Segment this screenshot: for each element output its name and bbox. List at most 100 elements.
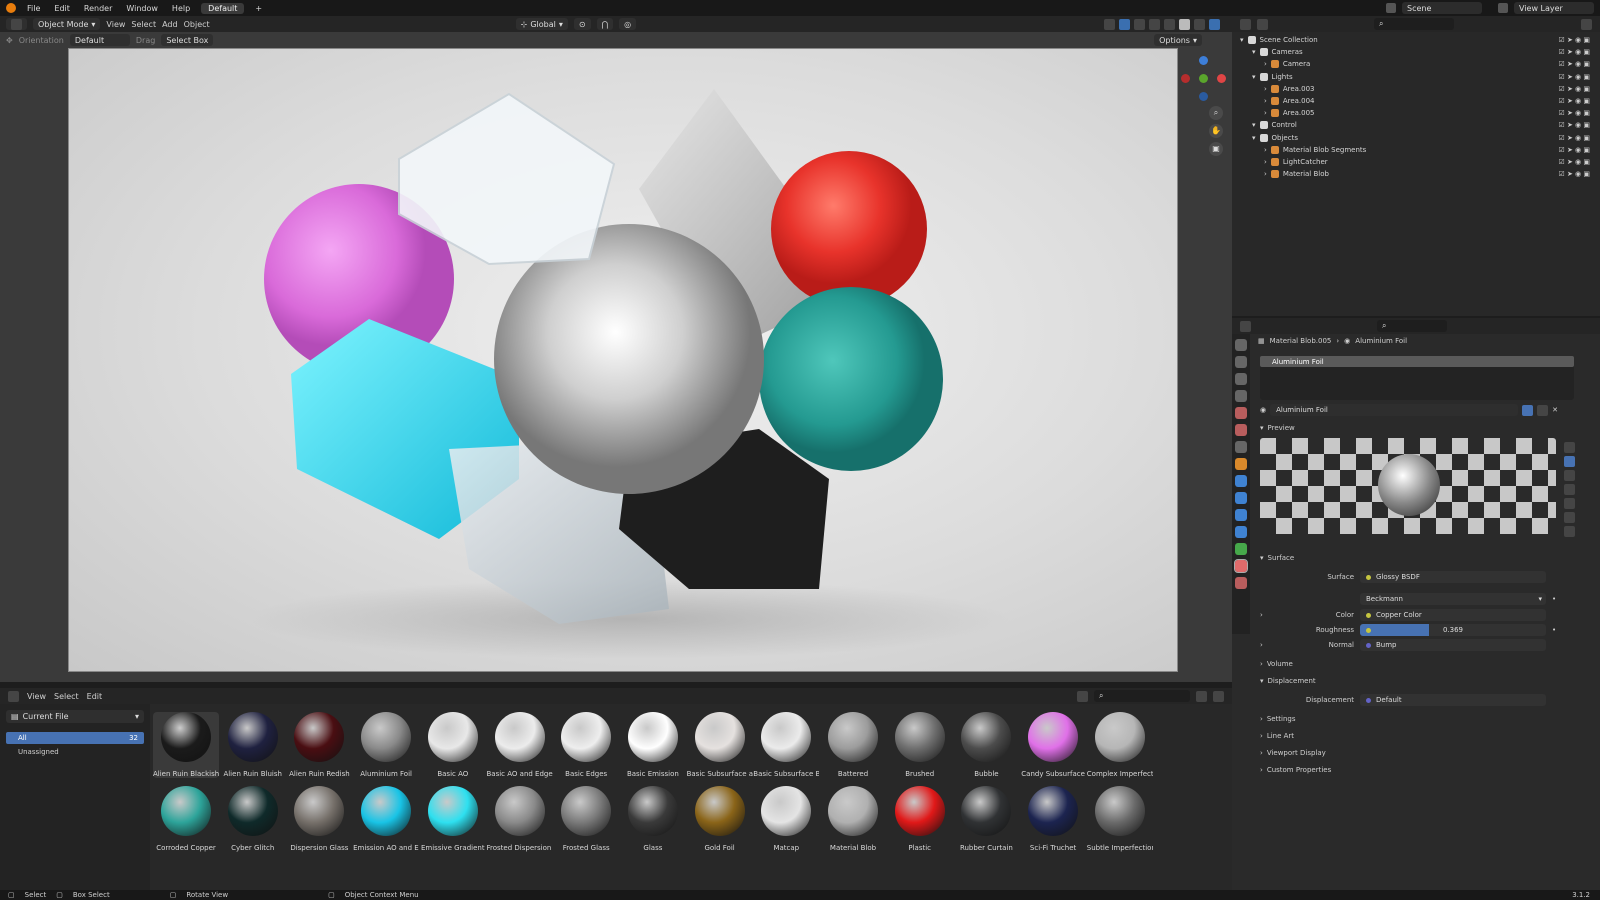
outliner-item[interactable]: ▾ Control ☑ ➤ ◉ ▣ (1232, 119, 1600, 131)
y-axis-icon[interactable] (1199, 74, 1208, 83)
material-asset[interactable]: Corroded Copper (153, 786, 219, 852)
tab-render-icon[interactable] (1235, 356, 1247, 368)
normal-input-field[interactable]: Bump (1360, 639, 1546, 651)
chevron-icon[interactable]: › (1264, 158, 1267, 166)
material-asset[interactable]: Alien Ruin Blackish (153, 712, 219, 778)
outliner-item[interactable]: ▾ Objects ☑ ➤ ◉ ▣ (1232, 132, 1600, 144)
menu-edit[interactable]: Edit (51, 4, 73, 13)
add-workspace-icon[interactable]: + (252, 4, 265, 13)
material-asset[interactable]: Basic Edges (553, 712, 619, 778)
fake-user-icon[interactable] (1522, 404, 1534, 416)
tab-collection-icon[interactable] (1235, 441, 1247, 453)
material-asset[interactable]: Glass (620, 786, 686, 852)
material-asset[interactable]: Material Blob (820, 786, 886, 852)
outliner-item[interactable]: › Material Blob ☑ ➤ ◉ ▣ (1232, 168, 1600, 180)
outliner-editor-icon[interactable] (1240, 18, 1251, 30)
outliner-item[interactable]: › Area.005 ☑ ➤ ◉ ▣ (1232, 107, 1600, 119)
chevron-icon[interactable]: › (1264, 170, 1267, 178)
shading-material-icon[interactable] (1194, 18, 1205, 30)
navigation-gizmo[interactable] (1178, 52, 1228, 102)
chevron-icon[interactable]: › (1264, 109, 1267, 117)
tab-object-icon[interactable] (1235, 458, 1247, 470)
duplicate-icon[interactable] (1537, 404, 1549, 416)
displacement-panel-header[interactable]: ▾ Displacement (1260, 677, 1316, 685)
chevron-icon[interactable]: ▾ (1252, 73, 1256, 81)
material-asset[interactable]: Basic Subsurface B... (753, 712, 819, 778)
chevron-icon[interactable]: › (1264, 60, 1267, 68)
ab-menu-edit[interactable]: Edit (87, 692, 103, 701)
menu-add[interactable]: Add (162, 20, 178, 29)
displacement-input-field[interactable]: Default (1360, 694, 1546, 706)
visibility-toggles-icon[interactable]: ☑ ➤ ◉ ▣ (1558, 109, 1590, 117)
scene-icon[interactable] (1386, 3, 1396, 13)
shading-solid-icon[interactable] (1179, 18, 1190, 30)
filter-icon[interactable] (1581, 18, 1592, 30)
material-asset[interactable]: Battered (820, 712, 886, 778)
custom-properties-panel-header[interactable]: › Custom Properties (1260, 766, 1331, 774)
z-axis-icon[interactable] (1199, 56, 1208, 65)
preview-flat-icon[interactable] (1564, 442, 1575, 453)
tab-output-icon[interactable] (1235, 373, 1247, 385)
material-asset[interactable]: Bubble (953, 712, 1019, 778)
preview-hair-icon[interactable] (1564, 484, 1575, 495)
tab-material-icon[interactable] (1234, 559, 1248, 573)
snap-toggle[interactable]: ⋂ (596, 18, 614, 30)
chevron-icon[interactable]: ▾ (1252, 121, 1256, 129)
material-asset[interactable]: Frosted Dispersion ... (487, 786, 553, 852)
menu-view[interactable]: View (106, 20, 125, 29)
xray-icon[interactable] (1149, 18, 1160, 30)
outliner-item[interactable]: ▾ Lights ☑ ➤ ◉ ▣ (1232, 71, 1600, 83)
visibility-toggles-icon[interactable]: ☑ ➤ ◉ ▣ (1558, 60, 1590, 68)
asset-search-input[interactable]: ⌕ (1094, 690, 1190, 702)
display-mode-icon[interactable] (1257, 18, 1268, 30)
visibility-toggles-icon[interactable]: ☑ ➤ ◉ ▣ (1558, 158, 1590, 166)
visibility-toggles-icon[interactable]: ☑ ➤ ◉ ▣ (1558, 134, 1590, 142)
material-asset[interactable]: Dispersion Glass (286, 786, 352, 852)
visibility-toggles-icon[interactable]: ☑ ➤ ◉ ▣ (1558, 97, 1590, 105)
material-asset[interactable]: Gold Foil (687, 786, 753, 852)
material-name-field[interactable]: Aluminium Foil (1270, 404, 1519, 416)
tab-texture-icon[interactable] (1235, 577, 1247, 589)
settings-gear-icon[interactable] (1213, 690, 1224, 702)
roughness-slider[interactable]: 0.369 (1360, 624, 1546, 636)
outliner-item[interactable]: ▾ Cameras ☑ ➤ ◉ ▣ (1232, 46, 1600, 58)
preview-sphere-icon[interactable] (1564, 456, 1575, 467)
zoom-icon[interactable]: ⌕ (1209, 106, 1223, 120)
volume-panel-header[interactable]: › Volume (1260, 660, 1293, 668)
surface-panel-header[interactable]: ▾ Surface (1260, 554, 1294, 562)
visibility-toggles-icon[interactable]: ☑ ➤ ◉ ▣ (1558, 121, 1590, 129)
material-asset[interactable]: Basic Subsurface a... (687, 712, 753, 778)
material-asset[interactable]: Cyber Glitch (220, 786, 286, 852)
chevron-right-icon[interactable]: › (1260, 611, 1268, 619)
scene-selector[interactable]: Scene (1402, 2, 1482, 14)
camera-view-icon[interactable]: ▣ (1209, 142, 1223, 156)
viewport-display-panel-header[interactable]: › Viewport Display (1260, 749, 1326, 757)
visibility-toggles-icon[interactable]: ☑ ➤ ◉ ▣ (1558, 85, 1590, 93)
transform-orientation[interactable]: ⊹ Global ▾ (515, 18, 568, 30)
library-selector[interactable]: ▤ Current File ▾ (6, 710, 144, 723)
visibility-icon[interactable] (1104, 18, 1115, 30)
tab-constraints-icon[interactable] (1235, 526, 1247, 538)
tab-tool-icon[interactable] (1235, 339, 1247, 351)
neg-z-axis-icon[interactable] (1199, 92, 1208, 101)
material-asset[interactable]: Sci-Fi Truchet (1020, 786, 1086, 852)
menu-object[interactable]: Object (184, 20, 210, 29)
chevron-icon[interactable]: › (1264, 85, 1267, 93)
workspace-tab-default[interactable]: Default (201, 2, 245, 14)
visibility-toggles-icon[interactable]: ☑ ➤ ◉ ▣ (1558, 73, 1590, 81)
menu-render[interactable]: Render (81, 4, 115, 13)
material-sphere-icon[interactable]: ◉ (1260, 406, 1266, 414)
pan-hand-icon[interactable]: ✋ (1209, 124, 1223, 138)
tab-modifier-icon[interactable] (1235, 475, 1247, 487)
material-asset[interactable]: Alien Ruin Bluish (220, 712, 286, 778)
settings-panel-header[interactable]: › Settings (1260, 715, 1296, 723)
editor-type-selector[interactable] (6, 18, 27, 30)
visibility-toggles-icon[interactable]: ☑ ➤ ◉ ▣ (1558, 170, 1590, 178)
chevron-icon[interactable]: ▾ (1240, 36, 1244, 44)
preview-monkey-icon[interactable] (1564, 498, 1575, 509)
asset-browser-editor-icon[interactable] (8, 690, 19, 702)
pivot-selector[interactable]: ⊙ (573, 18, 591, 30)
material-asset[interactable]: Basic AO and Edge... (487, 712, 553, 778)
view-layer-selector[interactable]: View Layer (1514, 2, 1594, 14)
visibility-toggles-icon[interactable]: ☑ ➤ ◉ ▣ (1558, 48, 1590, 56)
